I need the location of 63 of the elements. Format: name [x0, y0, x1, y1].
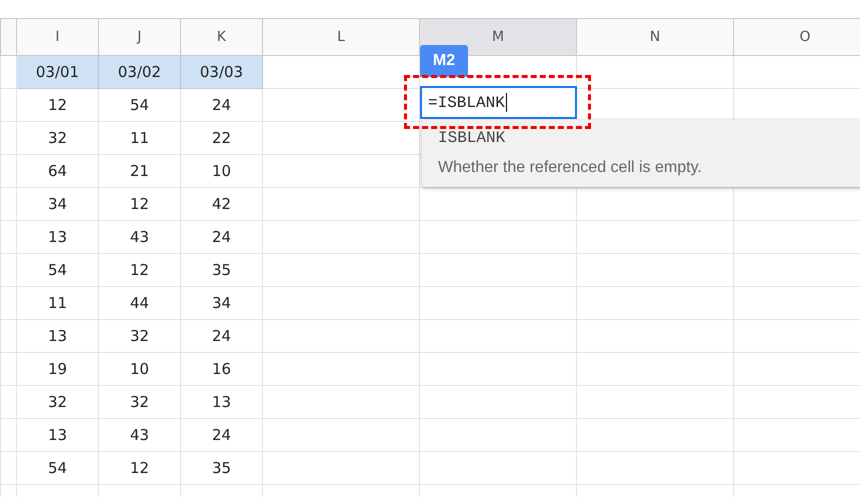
table-cell: 24: [180, 418, 262, 452]
row-number-cell: [0, 122, 16, 154]
table-cell: 03/02: [98, 56, 180, 88]
table-cell: 16: [180, 352, 262, 386]
table-cell: 32: [98, 386, 180, 418]
column-header[interactable]: I: [16, 18, 98, 56]
table-cell: 03/01: [16, 56, 98, 88]
row-number-cell: [0, 220, 16, 254]
table-cell: 35: [180, 452, 262, 484]
table-cell: 13: [180, 386, 262, 418]
table-cell: 12: [16, 88, 98, 122]
table-cell: 32: [16, 386, 98, 418]
table-cell: 22: [180, 122, 262, 154]
table-cell: 11: [98, 122, 180, 154]
column-header[interactable]: J: [98, 18, 180, 56]
table-cell: 10: [98, 352, 180, 386]
column-header[interactable]: L: [262, 18, 420, 56]
table-cell: 54: [16, 452, 98, 484]
table-cell: 12: [98, 254, 180, 286]
row-number-cell: [0, 88, 16, 122]
row-header-corner: [0, 18, 16, 56]
table-cell: 19: [16, 352, 98, 386]
row-number-cell: [0, 418, 16, 452]
row-number-cell: [0, 154, 16, 188]
function-description: Whether the referenced cell is empty.: [438, 158, 702, 178]
row-number-cell: [0, 188, 16, 220]
column-header[interactable]: N: [576, 18, 734, 56]
table-cell: 64: [16, 154, 98, 188]
suggestion-popup[interactable]: ISBLANK Whether the referenced cell is empty.: [422, 120, 860, 187]
table-cell: 54: [98, 88, 180, 122]
table-cell: 44: [98, 286, 180, 320]
table-cell: 12: [98, 452, 180, 484]
table-cell: 12: [98, 188, 180, 220]
table-cell: 43: [98, 220, 180, 254]
table-cell: 11: [16, 286, 98, 320]
table-cell: 43: [98, 418, 180, 452]
row-number-cell: [0, 386, 16, 418]
table-cell: 24: [180, 220, 262, 254]
formula-input[interactable]: =ISBLANK: [420, 86, 577, 119]
table-cell: 03/03: [180, 56, 262, 88]
row-number-cell: [0, 352, 16, 386]
table-cell: 54: [16, 254, 98, 286]
table-cell: 24: [180, 320, 262, 352]
table-cell: 35: [180, 254, 262, 286]
table-cell: 32: [16, 122, 98, 154]
cell-reference-tag: M2: [420, 45, 468, 77]
table-cell: 21: [98, 154, 180, 188]
table-cell: 34: [180, 286, 262, 320]
table-cell: 13: [16, 220, 98, 254]
column-header[interactable]: O: [734, 18, 860, 56]
row-number-cell: [0, 320, 16, 352]
function-name: ISBLANK: [438, 128, 506, 149]
table-cell: 13: [16, 320, 98, 352]
table-cell: 24: [180, 88, 262, 122]
row-number-cell: [0, 452, 16, 484]
table-cell: 34: [16, 188, 98, 220]
row-number-cell: [0, 254, 16, 286]
table-cell: 42: [180, 188, 262, 220]
row-number-cell: [0, 286, 16, 320]
table-cell: 13: [16, 418, 98, 452]
table-cell: 10: [180, 154, 262, 188]
column-header[interactable]: K: [180, 18, 262, 56]
table-cell: 32: [98, 320, 180, 352]
